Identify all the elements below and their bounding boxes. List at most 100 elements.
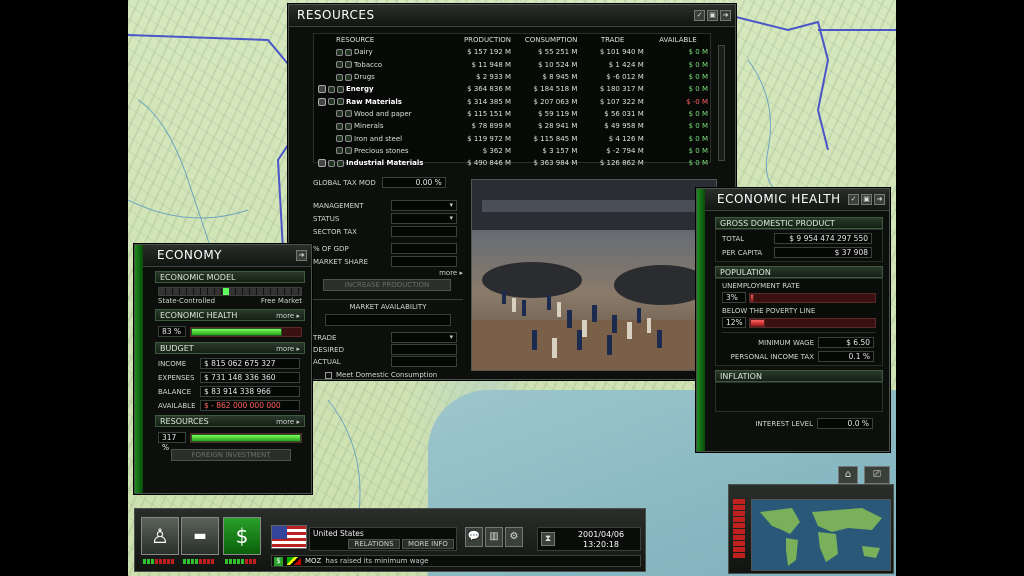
unemployment-label: UNEMPLOYMENT RATE bbox=[722, 282, 800, 290]
resources-scrollbar[interactable] bbox=[718, 45, 725, 161]
trade-cell: $ -6 012 M bbox=[606, 73, 644, 82]
meet-domestic-checkbox[interactable] bbox=[325, 371, 332, 379]
economic-model-slider[interactable] bbox=[158, 287, 302, 296]
management-icon[interactable] bbox=[336, 48, 343, 56]
col-resource[interactable]: RESOURCE bbox=[314, 34, 442, 46]
economic-health-more[interactable]: more bbox=[276, 312, 294, 320]
management-icon[interactable] bbox=[336, 122, 343, 130]
expand-icon[interactable] bbox=[318, 97, 326, 106]
col-available[interactable]: AVAILABLE bbox=[646, 34, 710, 46]
consumption-cell: $ 28 941 M bbox=[537, 122, 578, 131]
resource-name: Tobacco bbox=[354, 60, 383, 69]
production-cell: $ 78 899 M bbox=[471, 122, 512, 131]
resource-row[interactable]: Drugs $ 2 933 M $ 8 945 M $ -6 012 M $ 0 M bbox=[314, 71, 710, 83]
trade-dropdown[interactable] bbox=[391, 332, 457, 343]
resource-row[interactable]: Minerals $ 78 899 M $ 28 941 M $ 49 958 M $ … bbox=[314, 120, 710, 132]
economy-accent bbox=[135, 245, 143, 493]
status-dropdown[interactable] bbox=[391, 213, 457, 224]
col-consumption[interactable]: CONSUMPTION bbox=[513, 34, 579, 46]
news-ticker[interactable]: $ MOZ has raised its minimum wage bbox=[271, 555, 641, 567]
poverty-bar bbox=[749, 317, 876, 328]
more-info-button[interactable]: MORE INFO bbox=[402, 539, 454, 549]
management-icon[interactable] bbox=[336, 73, 343, 81]
economic-model-knob[interactable] bbox=[222, 288, 229, 295]
military-button[interactable]: ▬ bbox=[181, 517, 219, 555]
game-date: 2001/04/06 bbox=[577, 530, 625, 539]
trade-cell: $ 126 862 M bbox=[599, 159, 644, 168]
politics-button[interactable]: ♙ bbox=[141, 517, 179, 555]
restore-button[interactable]: ▣ bbox=[707, 10, 718, 21]
resource-row[interactable]: Dairy $ 157 192 M $ 55 251 M $ 101 940 M $ 0… bbox=[314, 46, 710, 58]
resource-row[interactable]: Wood and paper $ 115 151 M $ 59 119 M $ 56 … bbox=[314, 108, 710, 120]
news-dollar-icon: $ bbox=[274, 556, 283, 566]
consumption-cell: $ 59 119 M bbox=[537, 109, 578, 118]
gdp-total-value: $ 9 954 474 297 550 bbox=[774, 233, 872, 244]
minimap[interactable] bbox=[751, 499, 891, 571]
right-letterbox bbox=[896, 0, 1024, 576]
desired-stepper[interactable] bbox=[391, 344, 457, 355]
status-icon bbox=[337, 85, 344, 93]
resource-row[interactable]: Industrial Materials $ 490 846 M $ 363 984… bbox=[314, 157, 710, 169]
country-flag[interactable] bbox=[271, 525, 307, 549]
foreign-investment-button[interactable]: FOREIGN INVESTMENT bbox=[171, 449, 291, 461]
available-cell: $ -0 M bbox=[686, 97, 708, 106]
close-button[interactable]: ➜ bbox=[720, 10, 731, 21]
resource-row[interactable]: Raw Materials $ 314 385 M $ 207 063 M $ 107… bbox=[314, 95, 710, 107]
col-production[interactable]: PRODUCTION bbox=[442, 34, 513, 46]
min-wage-stepper[interactable]: $ 6.50 bbox=[818, 337, 874, 348]
market-share-value bbox=[391, 256, 457, 267]
economy-button[interactable]: $ bbox=[223, 517, 261, 555]
chart-icon[interactable]: ▥ bbox=[485, 527, 503, 547]
management-icon[interactable] bbox=[336, 61, 343, 69]
health-minimize-button[interactable]: ✓ bbox=[848, 194, 859, 205]
min-wage-label: MINIMUM WAGE bbox=[758, 338, 814, 347]
relations-button[interactable]: RELATIONS bbox=[348, 539, 400, 549]
resource-row[interactable]: Iron and steel $ 119 972 M $ 115 845 M $ 4 … bbox=[314, 132, 710, 144]
health-restore-button[interactable]: ▣ bbox=[861, 194, 872, 205]
available-cell: $ 0 M bbox=[688, 60, 708, 69]
hourglass-icon[interactable]: ⧗ bbox=[541, 532, 555, 546]
management-icon[interactable] bbox=[336, 110, 343, 118]
expand-icon[interactable] bbox=[318, 85, 326, 94]
country-name[interactable]: United States bbox=[310, 528, 456, 539]
chat-icon[interactable]: 💬 bbox=[465, 527, 483, 547]
camera-icon[interactable]: ⎚ bbox=[864, 466, 890, 484]
management-icon[interactable] bbox=[328, 85, 335, 93]
settings-icon[interactable]: ⚙ bbox=[505, 527, 523, 547]
global-tax-mod-value[interactable]: 0.00 % bbox=[381, 177, 446, 188]
resource-name: Industrial Materials bbox=[346, 159, 424, 168]
health-accent bbox=[697, 189, 705, 451]
col-trade[interactable]: TRADE bbox=[579, 34, 645, 46]
expenses-label: EXPENSES bbox=[158, 373, 195, 382]
budget-more[interactable]: more bbox=[276, 345, 294, 353]
management-dropdown[interactable] bbox=[391, 200, 457, 211]
resource-row[interactable]: Energy $ 364 836 M $ 184 518 M $ 180 317 M $… bbox=[314, 83, 710, 95]
economic-health-header: ECONOMIC HEALTH more ▸ bbox=[155, 309, 305, 321]
unemployment-value: 3% bbox=[722, 292, 746, 303]
consumption-cell: $ 115 845 M bbox=[533, 134, 578, 143]
health-close-button[interactable]: ➜ bbox=[874, 194, 885, 205]
resources-header-label: RESOURCES bbox=[160, 417, 209, 426]
management-icon[interactable] bbox=[328, 159, 335, 167]
resource-name-cell: Industrial Materials bbox=[314, 157, 442, 169]
resource-row[interactable]: Precious stones $ 362 M $ 3 157 M $ -2 794 … bbox=[314, 145, 710, 157]
management-icon[interactable] bbox=[328, 98, 335, 106]
income-tax-stepper[interactable]: 0.1 % bbox=[818, 351, 874, 362]
increase-production-button[interactable]: INCREASE PRODUCTION bbox=[323, 279, 451, 291]
home-icon[interactable]: ⌂ bbox=[838, 466, 858, 484]
resource-row[interactable]: Tobacco $ 11 948 M $ 10 524 M $ 1 424 M $ 0 … bbox=[314, 59, 710, 71]
resources-more-link[interactable]: more bbox=[439, 269, 457, 277]
management-icon[interactable] bbox=[336, 135, 343, 143]
status-icon bbox=[345, 73, 352, 81]
status-icon bbox=[345, 122, 352, 130]
sector-tax-stepper[interactable] bbox=[391, 226, 457, 237]
resource-name: Drugs bbox=[354, 73, 375, 82]
minimize-button[interactable]: ✓ bbox=[694, 10, 705, 21]
interest-stepper[interactable]: 0.0 % bbox=[817, 418, 873, 429]
status-icon bbox=[337, 159, 344, 167]
expand-icon[interactable] bbox=[318, 159, 326, 168]
resources-more[interactable]: more bbox=[276, 418, 294, 426]
resource-name-cell: Precious stones bbox=[314, 145, 442, 157]
economy-close-button[interactable]: ➜ bbox=[296, 250, 307, 261]
management-icon[interactable] bbox=[336, 147, 343, 155]
